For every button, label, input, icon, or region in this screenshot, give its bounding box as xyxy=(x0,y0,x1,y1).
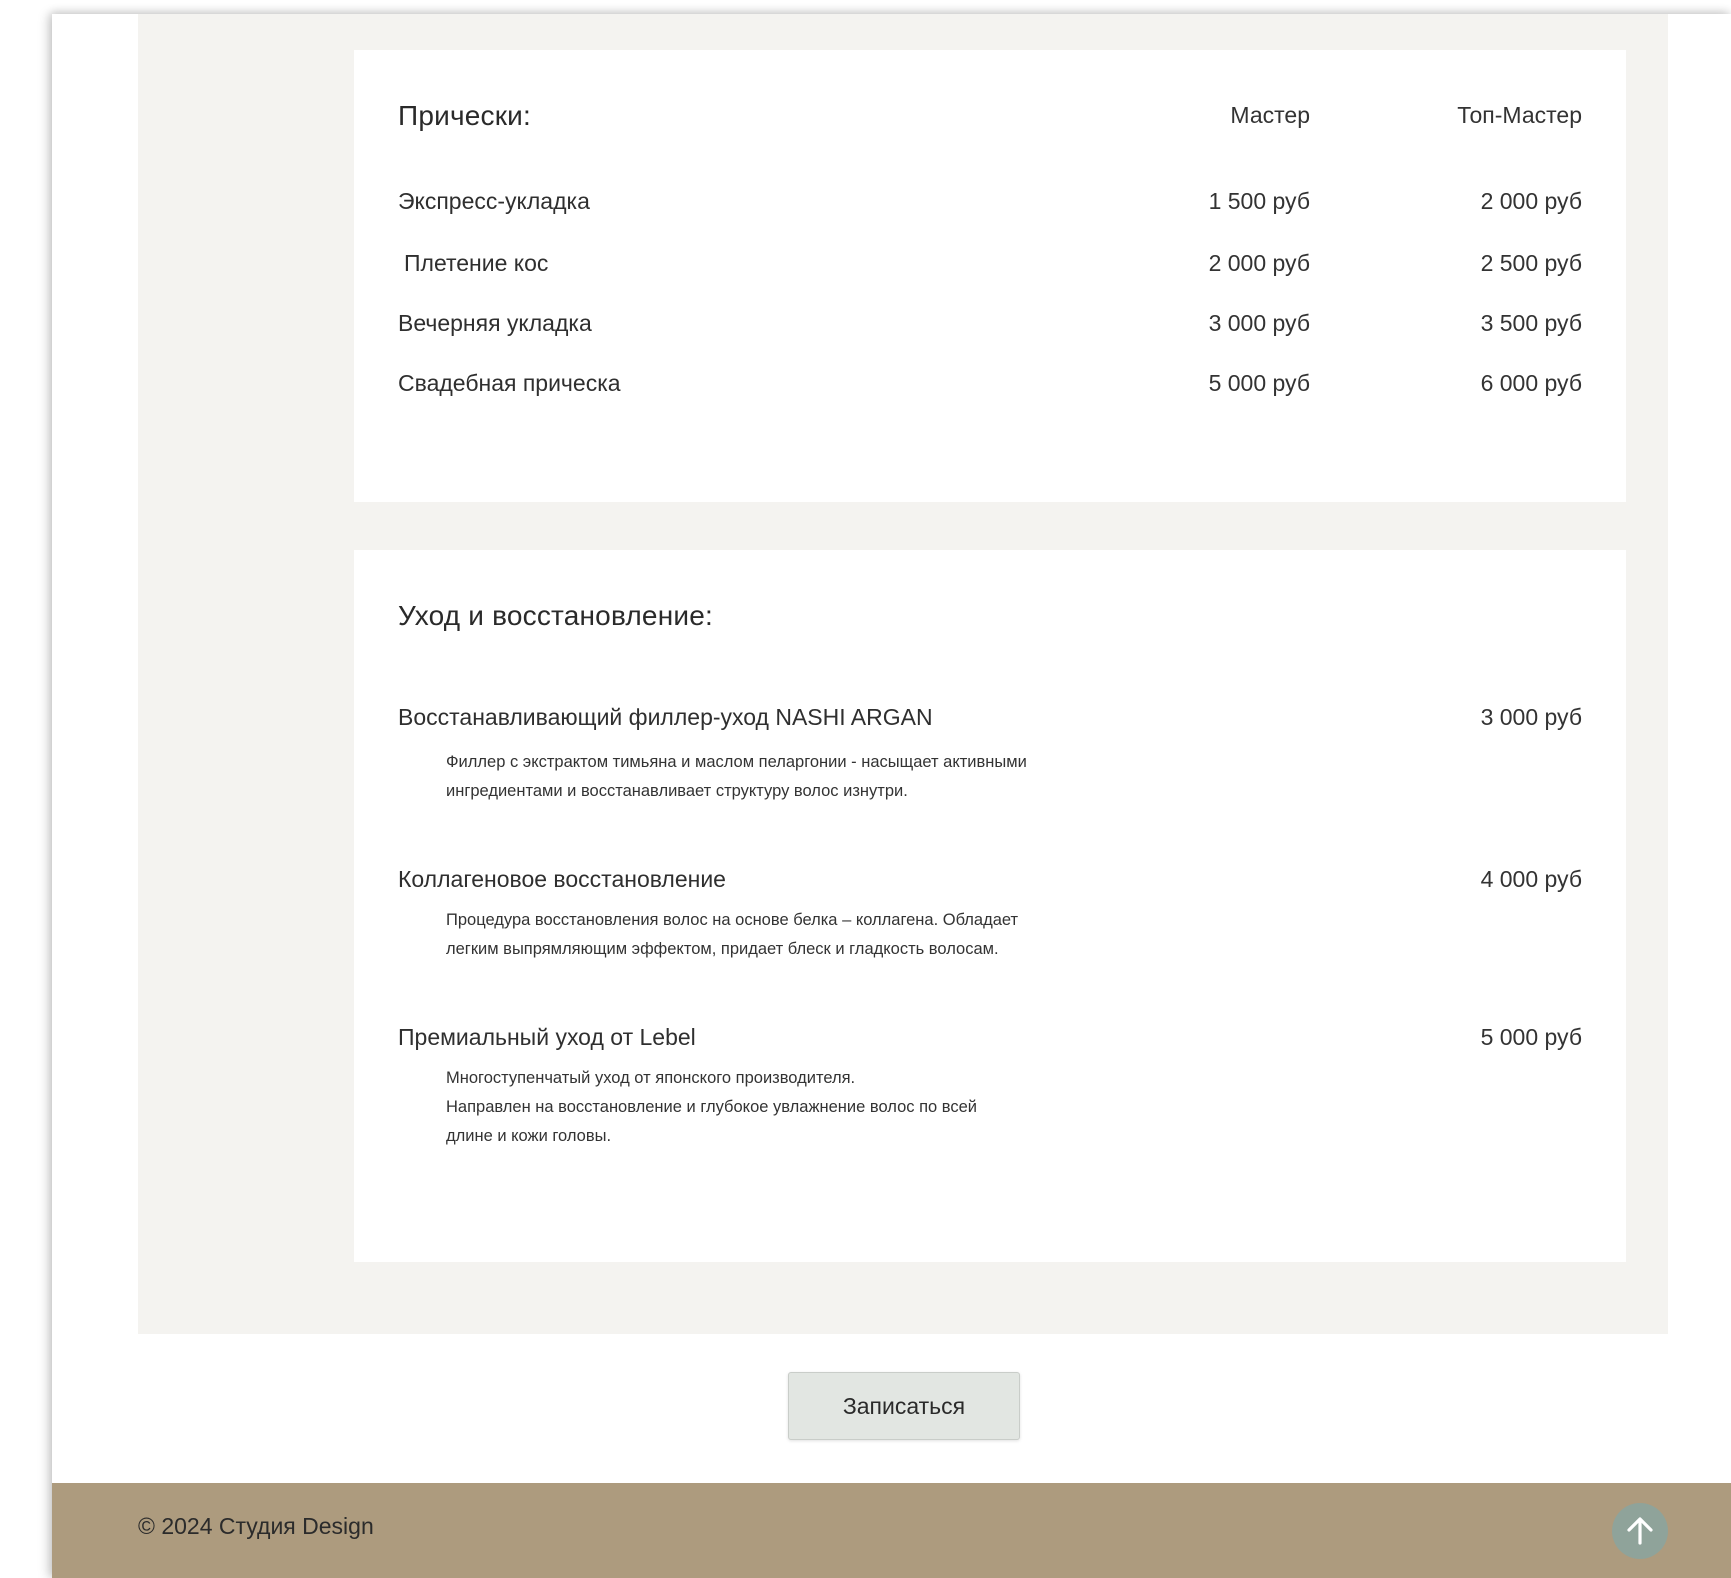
hairstyles-title: Прически: xyxy=(398,100,531,131)
description-line: Процедура восстановления волос на основе… xyxy=(446,911,1019,929)
price-top-master: 3 500 руб xyxy=(1480,310,1582,336)
service-description: Процедура восстановления волос на основе… xyxy=(446,906,1206,964)
description-line: ингредиентами и восстанавливает структур… xyxy=(446,782,908,800)
price-master: 1 500 руб xyxy=(1208,188,1310,214)
description-line: легким выпрямляющим эффектом, придает бл… xyxy=(446,940,999,958)
service-name: Восстанавливающий филлер-уход NASHI ARGA… xyxy=(398,704,933,730)
hairstyles-card: Прически: Мастер Топ-Мастер Экспресс-укл… xyxy=(354,50,1626,502)
copyright-text: © 2024 Студия Design xyxy=(138,1513,374,1539)
service-price: 4 000 руб xyxy=(1480,866,1582,892)
care-title: Уход и восстановление: xyxy=(398,600,713,631)
service-name: Экспресс-укладка xyxy=(398,188,590,214)
service-price: 5 000 руб xyxy=(1480,1024,1582,1050)
price-top-master: 2 500 руб xyxy=(1480,250,1582,276)
service-description: Многоступенчатый уход от японского произ… xyxy=(446,1064,1206,1151)
book-appointment-button[interactable]: Записаться xyxy=(788,1372,1020,1440)
footer: © 2024 Студия Design xyxy=(52,1483,1731,1578)
arrow-up-icon xyxy=(1627,1517,1653,1545)
column-header-master: Мастер xyxy=(1230,102,1310,128)
service-description: Филлер с экстрактом тимьяна и маслом пел… xyxy=(446,748,1206,806)
description-line: Филлер с экстрактом тимьяна и маслом пел… xyxy=(446,753,1027,771)
scroll-to-top-button[interactable] xyxy=(1612,1503,1668,1559)
service-name: Плетение кос xyxy=(404,250,549,276)
prices-section: Прически: Мастер Топ-Мастер Экспресс-укл… xyxy=(138,14,1668,1334)
service-name: Премиальный уход от Lebel xyxy=(398,1024,696,1050)
price-master: 2 000 руб xyxy=(1208,250,1310,276)
description-line: Направлен на восстановление и глубокое у… xyxy=(446,1098,977,1116)
service-name: Вечерняя укладка xyxy=(398,310,592,336)
care-card: Уход и восстановление: Восстанавливающий… xyxy=(354,550,1626,1262)
description-line: длине и кожи головы. xyxy=(446,1127,612,1145)
description-line: Многоступенчатый уход от японского произ… xyxy=(446,1069,856,1087)
price-top-master: 6 000 руб xyxy=(1480,370,1582,396)
service-name: Свадебная прическа xyxy=(398,370,621,396)
price-master: 5 000 руб xyxy=(1208,370,1310,396)
service-name: Коллагеновое восстановление xyxy=(398,866,726,892)
page-window: Прически: Мастер Топ-Мастер Экспресс-укл… xyxy=(52,14,1731,1578)
service-price: 3 000 руб xyxy=(1480,704,1582,730)
column-header-top-master: Топ-Мастер xyxy=(1457,102,1582,128)
price-master: 3 000 руб xyxy=(1208,310,1310,336)
price-top-master: 2 000 руб xyxy=(1480,188,1582,214)
